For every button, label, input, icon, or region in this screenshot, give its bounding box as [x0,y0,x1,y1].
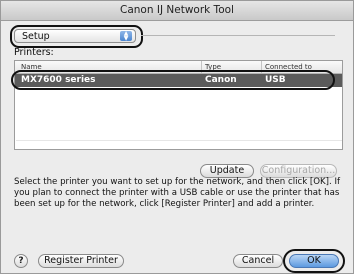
printers-label: Printers: [14,47,54,58]
help-icon[interactable]: ? [14,254,28,268]
mode-popup-callout [10,25,143,48]
register-printer-button[interactable]: Register Printer [38,254,124,268]
cancel-button[interactable]: Cancel [233,254,283,268]
header-separator [141,35,335,36]
network-tool-window: Canon IJ Network Tool Setup ▲ ▼ Printers:… [0,0,354,274]
update-button[interactable]: Update [200,164,254,178]
ok-button-callout [283,249,345,273]
configuration-button[interactable]: Configuration... [260,164,337,178]
window-title: Canon IJ Network Tool [1,1,353,21]
selected-row-callout [11,70,335,90]
instructions-text: Select the printer you want to set up fo… [14,177,341,210]
table-divider [16,140,342,141]
